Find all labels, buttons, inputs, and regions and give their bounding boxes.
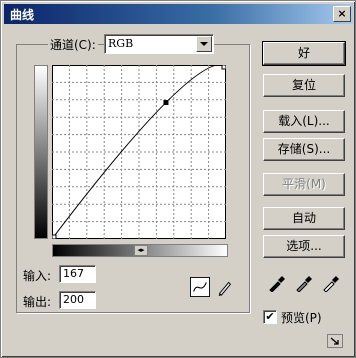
- ok-button[interactable]: 好: [262, 41, 346, 66]
- channel-value: RGB: [108, 37, 134, 50]
- expand-icon[interactable]: [327, 334, 343, 348]
- preview-label[interactable]: 预览(P): [281, 309, 322, 326]
- curve-control-point: [163, 100, 169, 106]
- black-eyedropper-icon[interactable]: [267, 274, 287, 292]
- curve-graph[interactable]: [52, 65, 226, 239]
- load-button[interactable]: 载入(L)...: [263, 110, 345, 133]
- auto-button[interactable]: 自动: [263, 207, 345, 230]
- close-button[interactable]: ×: [333, 6, 351, 22]
- white-eyedropper-icon[interactable]: [321, 274, 341, 292]
- title-bar[interactable]: 曲线 ×: [4, 4, 353, 24]
- reset-button[interactable]: 复位: [263, 74, 345, 97]
- output-field[interactable]: 200: [59, 291, 96, 309]
- save-button[interactable]: 存储(S)...: [263, 138, 345, 161]
- channel-label: 通道(C):: [48, 36, 98, 53]
- preview-checkbox[interactable]: ✔: [263, 310, 277, 324]
- gray-eyedropper-icon[interactable]: [294, 274, 314, 292]
- gradient-toggle-icon[interactable]: ◂▸: [134, 245, 148, 256]
- curve-endpoint-white: [221, 65, 226, 70]
- output-gradient-bar: [34, 65, 48, 239]
- input-gradient-bar: ◂▸: [52, 244, 228, 257]
- options-button[interactable]: 选项...: [263, 235, 345, 258]
- window-title: 曲线: [10, 8, 35, 22]
- pencil-tool-icon[interactable]: [215, 277, 235, 297]
- output-label: 输出:: [23, 295, 52, 309]
- curves-dialog: 曲线 × 通道(C): RGB ◂▸ 输入: 167 输出: 200 好 复位 …: [0, 0, 356, 358]
- input-label: 输入:: [23, 269, 52, 283]
- channel-select[interactable]: RGB: [104, 34, 214, 54]
- input-field[interactable]: 167: [59, 265, 96, 283]
- smooth-button[interactable]: 平滑(M): [263, 173, 345, 196]
- curve-tool-icon[interactable]: [190, 277, 210, 297]
- chevron-down-icon[interactable]: [196, 36, 212, 52]
- curve-endpoint-black: [52, 234, 57, 239]
